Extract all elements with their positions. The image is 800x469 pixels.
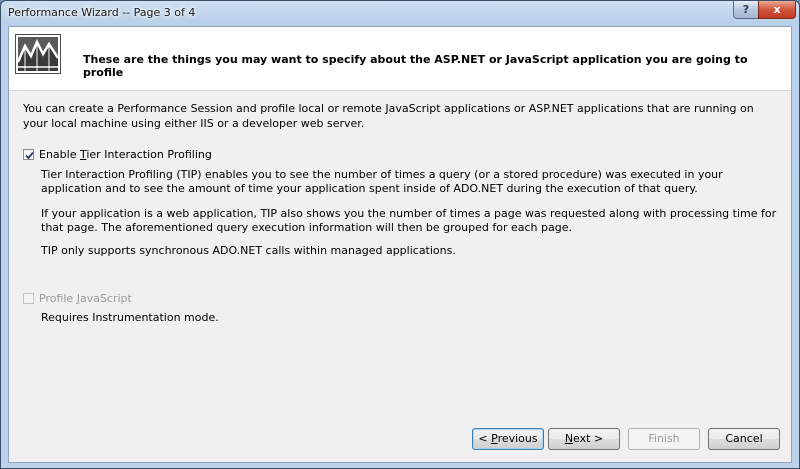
close-button[interactable]: x [758,1,796,19]
window-title: Performance Wizard -- Page 3 of 4 [8,6,196,19]
checkmark-icon [25,151,34,160]
wizard-header: These are the things you may want to spe… [9,27,791,91]
tip-checkbox[interactable] [23,149,34,160]
javascript-note: Requires Instrumentation mode. [41,311,219,324]
wizard-content: These are the things you may want to spe… [8,26,792,463]
cancel-button[interactable]: Cancel [708,428,780,450]
finish-button[interactable]: Finish [628,428,700,450]
tip-description: Tier Interaction Profiling (TIP) enables… [41,168,723,195]
header-text: These are the things you may want to spe… [83,53,748,79]
tip-web-description: If your application is a web application… [41,207,777,234]
help-button[interactable]: ? [733,1,759,19]
performance-chart-icon [15,34,61,74]
javascript-checkbox[interactable] [23,293,34,304]
previous-button[interactable]: < Previous [472,428,544,450]
intro-text: You can create a Performance Session and… [23,102,754,130]
performance-wizard-window: Performance Wizard -- Page 3 of 4 ? x Th… [0,0,800,469]
javascript-checkbox-label[interactable]: Profile JavaScript [39,292,132,305]
tip-support-note: TIP only supports synchronous ADO.NET ca… [41,244,456,257]
help-icon: ? [742,3,750,16]
title-bar[interactable]: Performance Wizard -- Page 3 of 4 ? x [1,1,799,25]
close-icon: x [773,3,781,16]
tip-checkbox-label[interactable]: Enable Tier Interaction Profiling [39,148,212,161]
next-button[interactable]: Next > [548,428,620,450]
